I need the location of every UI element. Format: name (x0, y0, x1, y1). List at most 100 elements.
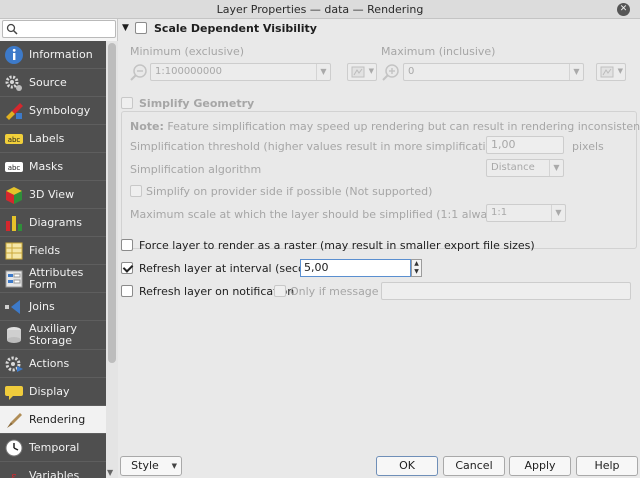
info-icon (5, 45, 23, 64)
attributes-form-icon (5, 270, 23, 287)
sidebar-item-attributes-form[interactable]: Attributes Form (0, 265, 106, 293)
auxiliary-storage-icon (7, 327, 21, 343)
refresh-notification-checkbox[interactable] (121, 285, 133, 297)
sidebar-item-3d-view[interactable]: 3D View (0, 181, 106, 209)
minimum-scale-map-button[interactable]: ▼ (347, 63, 377, 81)
style-menu-button[interactable]: Style ▼ (120, 456, 182, 476)
sidebar-item-variables[interactable]: ε Variables (0, 462, 106, 478)
minimum-scale-value: 1:100000000 (155, 66, 222, 77)
scrollbar-thumb[interactable] (108, 43, 116, 363)
chevron-down-icon: ▼ (368, 67, 374, 75)
simplify-geometry-title: Simplify Geometry (139, 97, 255, 110)
max-scale-combo[interactable]: 1:1 ▼ (486, 204, 566, 222)
window-title: Layer Properties — data — Rendering (216, 3, 424, 16)
simplify-geometry-checkbox[interactable] (121, 97, 133, 109)
temporal-clock-icon (5, 439, 23, 456)
fields-table-icon (5, 242, 23, 259)
simplification-threshold-input[interactable]: 1,00 (486, 136, 564, 154)
sidebar-scrollbar[interactable]: ▼ (106, 41, 118, 478)
simplification-algorithm-combo[interactable]: Distance ▼ (486, 159, 564, 177)
sidebar-item-information[interactable]: Information (0, 41, 106, 69)
refresh-interval-input[interactable]: 5,00 (300, 259, 411, 277)
sidebar-item-symbology[interactable]: Symbology (0, 97, 106, 125)
search-icon (6, 23, 18, 35)
style-button-label: Style (131, 459, 159, 472)
simplification-threshold-label: Simplification threshold (higher values … (130, 140, 504, 153)
chevron-down-icon: ▼ (617, 67, 623, 75)
refresh-interval-checkbox[interactable] (121, 262, 133, 274)
sidebar-item-source[interactable]: Source (0, 69, 106, 97)
sidebar-item-display[interactable]: Display (0, 378, 106, 406)
zoom-in-icon (382, 64, 399, 81)
help-button[interactable]: Help (576, 456, 638, 476)
notification-message-input[interactable] (381, 282, 631, 300)
sidebar-item-label: 3D View (29, 187, 75, 201)
maximum-scale-value: 0 (408, 66, 415, 77)
minimum-scale-label: Minimum (exclusive) (130, 45, 245, 58)
map-scale-icon (351, 66, 365, 78)
svg-text:abc: abc (8, 164, 21, 172)
svg-text:abc: abc (8, 136, 21, 144)
sidebar-item-label: Display (29, 384, 70, 398)
sidebar-item-label: Fields (29, 243, 61, 257)
sidebar-item-label: Source (29, 75, 67, 89)
sidebar-item-label: Joins (29, 299, 55, 313)
sidebar-item-auxiliary-storage[interactable]: Auxiliary Storage (0, 321, 106, 350)
apply-button[interactable]: Apply (509, 456, 571, 476)
joins-arrow-icon (5, 299, 20, 314)
spin-up-icon[interactable]: ▲ (412, 260, 421, 268)
sidebar-item-rendering[interactable]: Rendering (0, 406, 106, 434)
window-titlebar: Layer Properties — data — Rendering ✕ (0, 0, 640, 19)
actions-gear-icon (5, 356, 23, 372)
sidebar-item-label: Variables (29, 468, 80, 478)
sidebar-item-joins[interactable]: Joins (0, 293, 106, 321)
refresh-interval-spinner[interactable]: ▲ ▼ (411, 259, 422, 277)
ok-button[interactable]: OK (376, 456, 438, 476)
only-if-message-checkbox[interactable] (274, 285, 286, 297)
chevron-down-icon: ▼ (569, 64, 583, 80)
symbology-brush-icon (6, 102, 23, 120)
sidebar-item-temporal[interactable]: Temporal (0, 434, 106, 462)
display-bubble-icon (5, 385, 23, 400)
map-scale-icon (600, 66, 614, 78)
spin-down-icon[interactable]: ▼ (412, 268, 421, 276)
simplify-provider-label: Simplify on provider side if possible (N… (146, 185, 433, 198)
maximum-scale-label: Maximum (inclusive) (381, 45, 496, 58)
sidebar-item-fields[interactable]: Fields (0, 237, 106, 265)
sidebar-search-input[interactable] (2, 20, 116, 38)
refresh-notification-label: Refresh layer on notification (139, 285, 295, 298)
sidebar-item-masks[interactable]: abc Masks (0, 153, 106, 181)
sidebar-item-label: Temporal (29, 440, 80, 454)
simplify-note: Note: Feature simplification may speed u… (130, 120, 640, 133)
collapse-arrow-icon[interactable]: ▼ (122, 23, 129, 33)
close-icon[interactable]: ✕ (617, 3, 630, 16)
labels-abc-icon: abc (5, 133, 23, 144)
simplification-threshold-unit: pixels (572, 140, 604, 153)
simplify-provider-checkbox[interactable] (130, 185, 142, 197)
simplify-note-text: Feature simplification may speed up rend… (163, 120, 640, 133)
simplification-algorithm-value: Distance (491, 162, 535, 173)
scale-visibility-checkbox[interactable] (135, 22, 147, 34)
rendering-brush-icon (7, 412, 22, 428)
minimum-scale-combo[interactable]: 1:100000000 ▼ (150, 63, 331, 81)
sidebar-item-label: Information (29, 47, 93, 61)
force-raster-checkbox[interactable] (121, 239, 133, 251)
sidebar-item-diagrams[interactable]: Diagrams (0, 209, 106, 237)
diagrams-bar-icon (6, 215, 22, 231)
sidebar-item-labels[interactable]: abc Labels (0, 125, 106, 153)
sidebar-item-label: Rendering (29, 412, 86, 426)
maximum-scale-combo[interactable]: 0 ▼ (403, 63, 584, 81)
scale-visibility-title: Scale Dependent Visibility (154, 22, 317, 35)
sidebar-item-actions[interactable]: Actions (0, 350, 106, 378)
simplify-note-bold: Note: (130, 120, 164, 133)
chevron-down-icon: ▼ (316, 64, 330, 80)
chevron-down-icon: ▼ (549, 160, 563, 176)
only-if-message-label: Only if message is (290, 285, 391, 298)
cancel-button[interactable]: Cancel (443, 456, 505, 476)
scroll-down-icon[interactable]: ▼ (107, 468, 113, 477)
3d-cube-icon (6, 186, 22, 204)
max-scale-value: 1:1 (491, 207, 508, 218)
zoom-out-icon (130, 64, 147, 81)
sidebar-item-label: Masks (29, 159, 64, 173)
maximum-scale-map-button[interactable]: ▼ (596, 63, 626, 81)
